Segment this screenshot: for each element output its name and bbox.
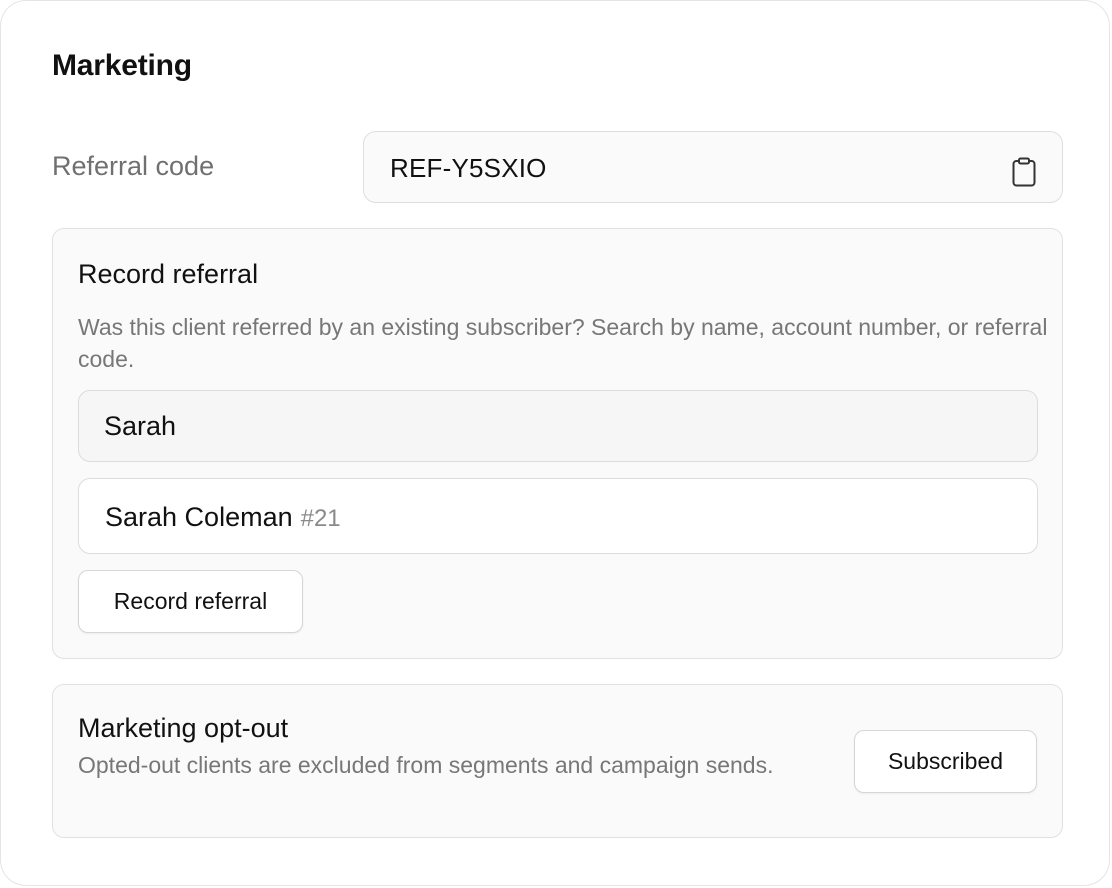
section-title: Marketing (52, 49, 192, 82)
marketing-card: Marketing Referral code REF-Y5SXIO Recor… (0, 0, 1110, 886)
clipboard-icon (1012, 157, 1036, 187)
record-referral-title: Record referral (78, 259, 259, 289)
referrer-result-item[interactable]: Sarah Coleman #21 (78, 478, 1038, 554)
referral-code-label: Referral code (52, 151, 215, 181)
referrer-result-name: Sarah Coleman (105, 502, 293, 532)
opt-out-description: Opted-out clients are excluded from segm… (78, 752, 774, 778)
referrer-search-input[interactable] (78, 390, 1038, 462)
referral-code-field: REF-Y5SXIO (363, 131, 1063, 203)
referrer-result-label: Sarah Coleman #21 (105, 502, 341, 533)
record-referral-description: Was this client referred by an existing … (78, 314, 1048, 372)
subscription-status-button[interactable]: Subscribed (854, 730, 1037, 793)
referrer-result-id: #21 (300, 505, 341, 532)
record-referral-button[interactable]: Record referral (78, 570, 303, 633)
referral-code-value: REF-Y5SXIO (390, 153, 547, 183)
opt-out-title: Marketing opt-out (78, 713, 289, 743)
record-referral-panel: Record referral Was this client referred… (52, 228, 1063, 659)
copy-referral-code-button[interactable] (1010, 156, 1038, 188)
marketing-opt-out-panel: Marketing opt-out Opted-out clients are … (52, 684, 1063, 838)
